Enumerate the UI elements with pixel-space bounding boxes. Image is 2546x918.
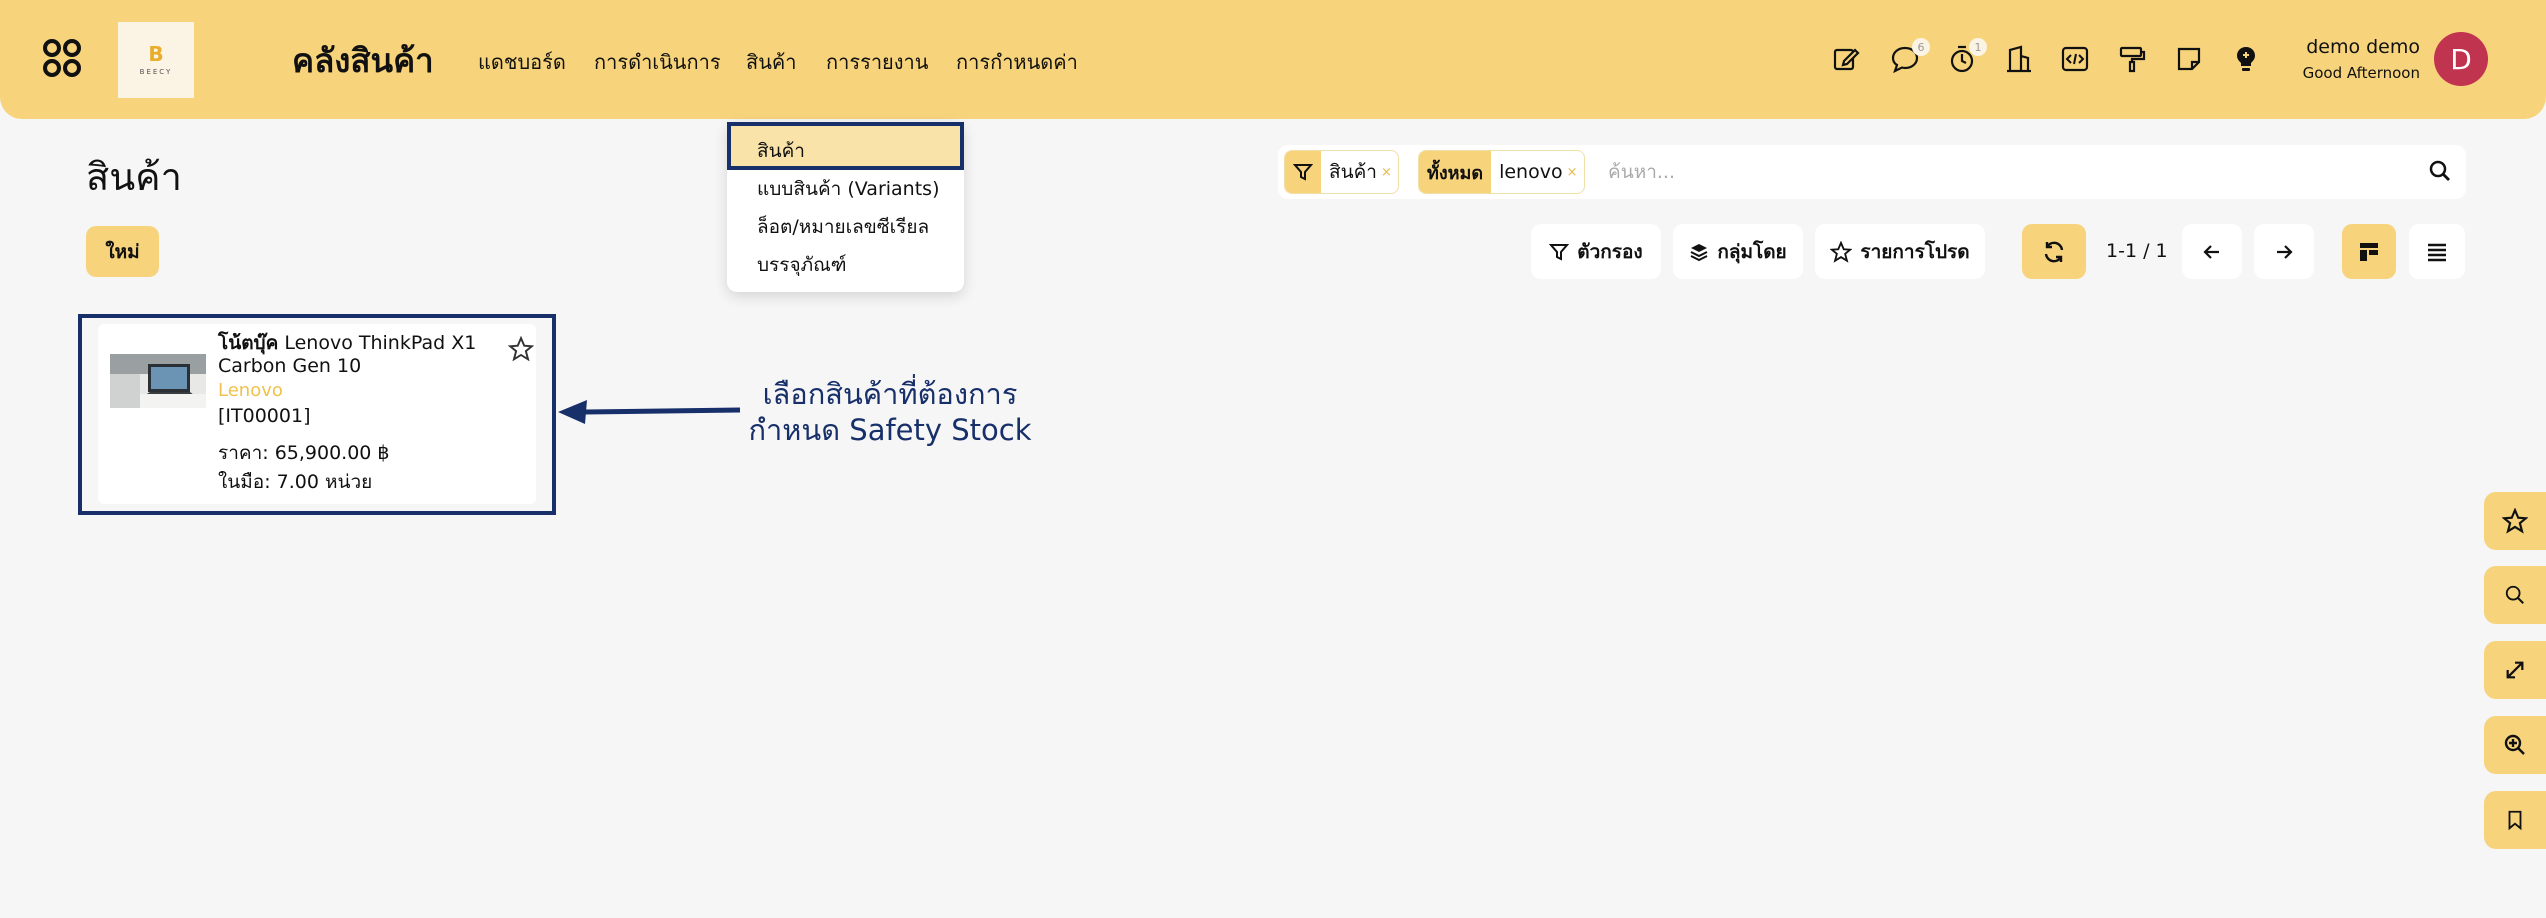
arrow-left-icon bbox=[2203, 244, 2219, 259]
search-bar: สินค้า × ทั้งหมด lenovo × bbox=[1278, 145, 2466, 199]
chat-badge: 6 bbox=[1912, 38, 1930, 56]
sticky-note-icon[interactable] bbox=[2174, 44, 2204, 74]
user-name[interactable]: demo demo bbox=[2260, 36, 2420, 58]
nav-dashboard[interactable]: แดชบอร์ด bbox=[478, 46, 566, 78]
expand-icon bbox=[2506, 661, 2524, 679]
dropdown-item-products[interactable]: สินค้า bbox=[727, 122, 964, 170]
favorites-label: รายการโปรด bbox=[1860, 240, 1970, 263]
list-icon bbox=[2428, 243, 2446, 261]
float-expand-button[interactable] bbox=[2484, 641, 2546, 699]
nav-operations[interactable]: การดำเนินการ bbox=[594, 46, 721, 78]
facet-head: ทั้งหมด bbox=[1419, 151, 1492, 193]
user-greeting: Good Afternoon bbox=[2302, 64, 2420, 82]
filters-button[interactable]: ตัวกรอง bbox=[1531, 224, 1661, 279]
product-price: ราคา: 65,900.00 ฿ bbox=[218, 442, 390, 464]
search-facet-category[interactable]: สินค้า × bbox=[1284, 150, 1399, 194]
annotation-line-2: กำหนด Safety Stock bbox=[748, 413, 1032, 447]
nav-products[interactable]: สินค้า bbox=[746, 46, 797, 78]
favorite-star-icon[interactable] bbox=[508, 336, 534, 362]
annotation-line-1: เลือกสินค้าที่ต้องการ bbox=[762, 377, 1018, 411]
new-button[interactable]: ใหม่ bbox=[86, 226, 159, 277]
kanban-view-button[interactable] bbox=[2342, 224, 2396, 279]
product-name-category: โน้ตบุ๊ค bbox=[218, 332, 279, 354]
product-name: โน้ตบุ๊ค Lenovo ThinkPad X1 Carbon Gen 1… bbox=[218, 332, 488, 378]
dropdown-item-label: สินค้า bbox=[757, 140, 805, 162]
group-by-button[interactable]: กลุ่มโดย bbox=[1673, 224, 1803, 279]
building-icon[interactable] bbox=[2004, 44, 2034, 74]
page-title: สินค้า bbox=[86, 155, 182, 199]
product-brand: Lenovo bbox=[218, 380, 283, 401]
edit-icon[interactable] bbox=[1831, 44, 1861, 74]
product-code: [IT00001] bbox=[218, 405, 311, 427]
arrow-right-icon bbox=[2277, 244, 2293, 259]
search-input[interactable] bbox=[1608, 155, 2388, 189]
logo-letter: B bbox=[148, 42, 164, 66]
zoom-in-icon bbox=[2504, 734, 2525, 755]
app-title: คลังสินค้า bbox=[292, 41, 434, 80]
list-view-button[interactable] bbox=[2409, 224, 2465, 279]
timer-button[interactable]: 1 bbox=[1947, 38, 1987, 74]
annotation-note: เลือกสินค้าที่ต้องการ กำหนด Safety Stock bbox=[740, 376, 1040, 448]
filters-label: ตัวกรอง bbox=[1577, 240, 1643, 263]
paint-roller-icon[interactable] bbox=[2117, 44, 2147, 74]
facet-value: lenovo bbox=[1499, 161, 1563, 183]
facet-head bbox=[1285, 151, 1321, 193]
refresh-icon bbox=[2044, 241, 2064, 262]
float-favorite-button[interactable] bbox=[2484, 492, 2546, 550]
apps-icon[interactable] bbox=[42, 38, 82, 78]
filter-icon bbox=[1293, 164, 1313, 181]
filter-icon bbox=[1549, 243, 1570, 261]
favorites-button[interactable]: รายการโปรด bbox=[1815, 224, 1985, 279]
search-icon[interactable] bbox=[2428, 159, 2452, 183]
bookmark-icon bbox=[2508, 810, 2522, 831]
group-by-label: กลุ่มโดย bbox=[1717, 240, 1787, 263]
annotation-arrow-icon bbox=[558, 400, 741, 424]
previous-page-button[interactable] bbox=[2182, 224, 2242, 279]
timer-badge: 1 bbox=[1969, 38, 1987, 56]
company-logo[interactable]: B BEECY bbox=[118, 22, 194, 98]
pager-value[interactable]: 1-1 / 1 bbox=[2106, 240, 2168, 262]
code-icon[interactable] bbox=[2060, 44, 2090, 74]
kanban-icon bbox=[2360, 242, 2378, 261]
facet-remove-icon[interactable]: × bbox=[1381, 151, 1398, 193]
search-icon bbox=[2505, 585, 2524, 604]
product-on-hand: ในมือ: 7.00 หน่วย bbox=[218, 471, 373, 493]
float-search-button[interactable] bbox=[2484, 566, 2546, 624]
logo-text: BEECY bbox=[139, 68, 173, 76]
product-image bbox=[110, 354, 206, 408]
avatar[interactable]: D bbox=[2434, 32, 2488, 86]
top-bar: B BEECY คลังสินค้า แดชบอร์ด การดำเนินการ… bbox=[0, 0, 2546, 119]
float-zoom-button[interactable] bbox=[2484, 716, 2546, 774]
float-bookmark-button[interactable] bbox=[2484, 791, 2546, 849]
dropdown-item-packaging[interactable]: บรรจุภัณฑ์ bbox=[757, 250, 847, 280]
facet-value: สินค้า bbox=[1329, 161, 1377, 183]
product-card[interactable]: โน้ตบุ๊ค Lenovo ThinkPad X1 Carbon Gen 1… bbox=[98, 324, 536, 504]
products-dropdown-menu: สินค้า แบบสินค้า (Variants) ล็อต/หมายเลข… bbox=[727, 122, 964, 292]
dropdown-item-lots-serials[interactable]: ล็อต/หมายเลขซีเรียล bbox=[757, 212, 929, 242]
search-facet-keyword[interactable]: ทั้งหมด lenovo × bbox=[1418, 150, 1585, 194]
star-icon bbox=[2502, 508, 2528, 534]
refresh-button[interactable] bbox=[2022, 224, 2086, 279]
nav-configuration[interactable]: การกำหนดค่า bbox=[956, 46, 1078, 78]
next-page-button[interactable] bbox=[2254, 224, 2314, 279]
star-icon bbox=[1830, 240, 1853, 263]
chat-button[interactable]: 6 bbox=[1890, 38, 1930, 74]
layers-icon bbox=[1690, 243, 1708, 261]
nav-reporting[interactable]: การรายงาน bbox=[826, 46, 928, 78]
dropdown-item-variants[interactable]: แบบสินค้า (Variants) bbox=[757, 174, 940, 204]
facet-remove-icon[interactable]: × bbox=[1567, 151, 1584, 193]
